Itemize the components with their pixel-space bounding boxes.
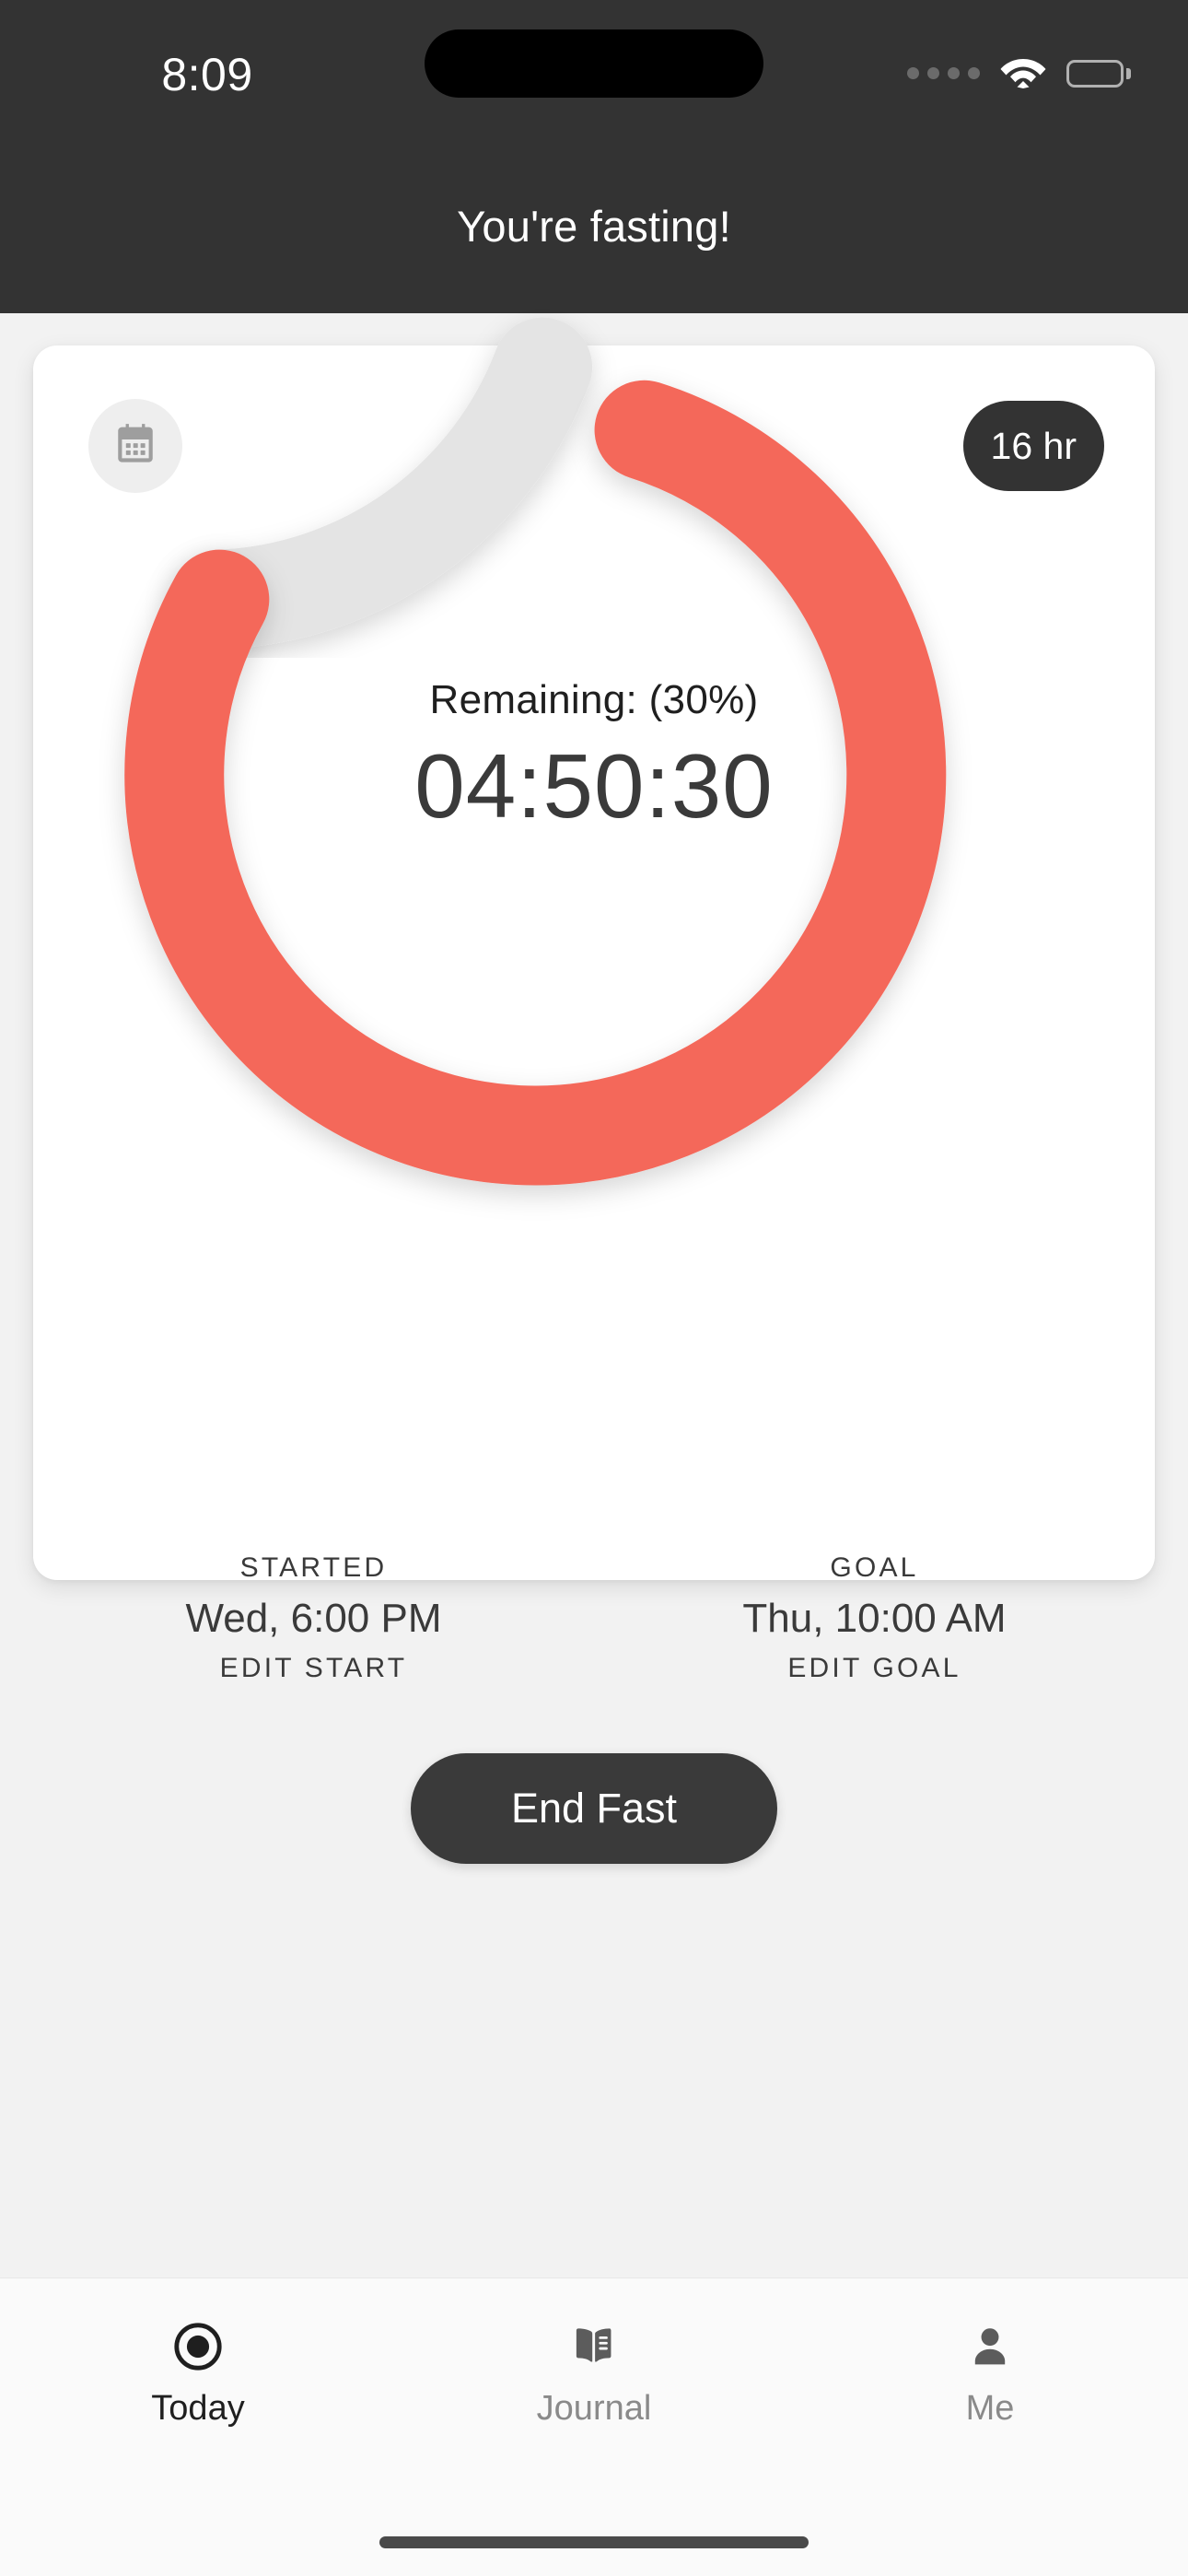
started-column: STARTED Wed, 6:00 PM EDIT START (33, 1552, 594, 1684)
nav-item-journal[interactable]: Journal (396, 2317, 792, 2429)
battery-full-icon (1066, 59, 1131, 88)
home-indicator[interactable] (379, 2536, 809, 2548)
app-header: 8:09 You're fasting! (0, 0, 1188, 313)
page-title: You're fasting! (457, 202, 731, 251)
ring-track-arc (169, 317, 593, 650)
status-bar-clock: 8:09 (161, 49, 253, 100)
calendar-button[interactable] (88, 399, 182, 493)
nav-items: Today Journal Me (0, 2278, 1188, 2429)
nav-label-journal: Journal (536, 2389, 652, 2428)
status-bar: 8:09 (0, 0, 1188, 157)
goal-column: GOAL Thu, 10:00 AM EDIT GOAL (594, 1552, 1155, 1684)
nav-label-today: Today (151, 2389, 245, 2428)
nav-item-me[interactable]: Me (792, 2317, 1188, 2429)
bottom-navigation-bar: Today Journal Me (0, 2277, 1188, 2576)
nav-item-today[interactable]: Today (0, 2317, 396, 2429)
goal-heading: GOAL (830, 1552, 919, 1583)
calendar-icon (112, 421, 158, 472)
fasting-timer-card: 16 hr Remaining: (30%) 04:50:30 STARTED … (33, 317, 1155, 1864)
dynamic-island (425, 29, 763, 98)
remaining-label: Remaining: (30%) (429, 677, 759, 722)
app-screen: 8:09 You're fasting! 16 hr Remaining: (3… (0, 0, 1188, 2576)
wifi-icon (1000, 53, 1046, 93)
target-circle-icon (171, 2317, 225, 2376)
goal-value: Thu, 10:00 AM (742, 1596, 1007, 1641)
person-icon (965, 2317, 1015, 2376)
nav-label-me: Me (965, 2389, 1015, 2428)
started-value: Wed, 6:00 PM (185, 1596, 442, 1641)
edit-start-button[interactable]: EDIT START (33, 1653, 594, 1684)
book-open-icon (569, 2317, 619, 2376)
countdown-timer: 04:50:30 (414, 735, 774, 837)
ring-center-readout: Remaining: (30%) 04:50:30 (33, 677, 1155, 838)
content-area: 16 hr Remaining: (30%) 04:50:30 STARTED … (0, 313, 1188, 2576)
started-heading: STARTED (239, 1552, 388, 1583)
end-fast-button[interactable]: End Fast (411, 1753, 777, 1864)
status-bar-indicators (907, 53, 1131, 93)
edit-goal-button[interactable]: EDIT GOAL (594, 1653, 1155, 1684)
fast-schedule-row: STARTED Wed, 6:00 PM EDIT START GOAL Thu… (33, 1552, 1155, 1684)
cellular-dots-icon (907, 67, 980, 79)
